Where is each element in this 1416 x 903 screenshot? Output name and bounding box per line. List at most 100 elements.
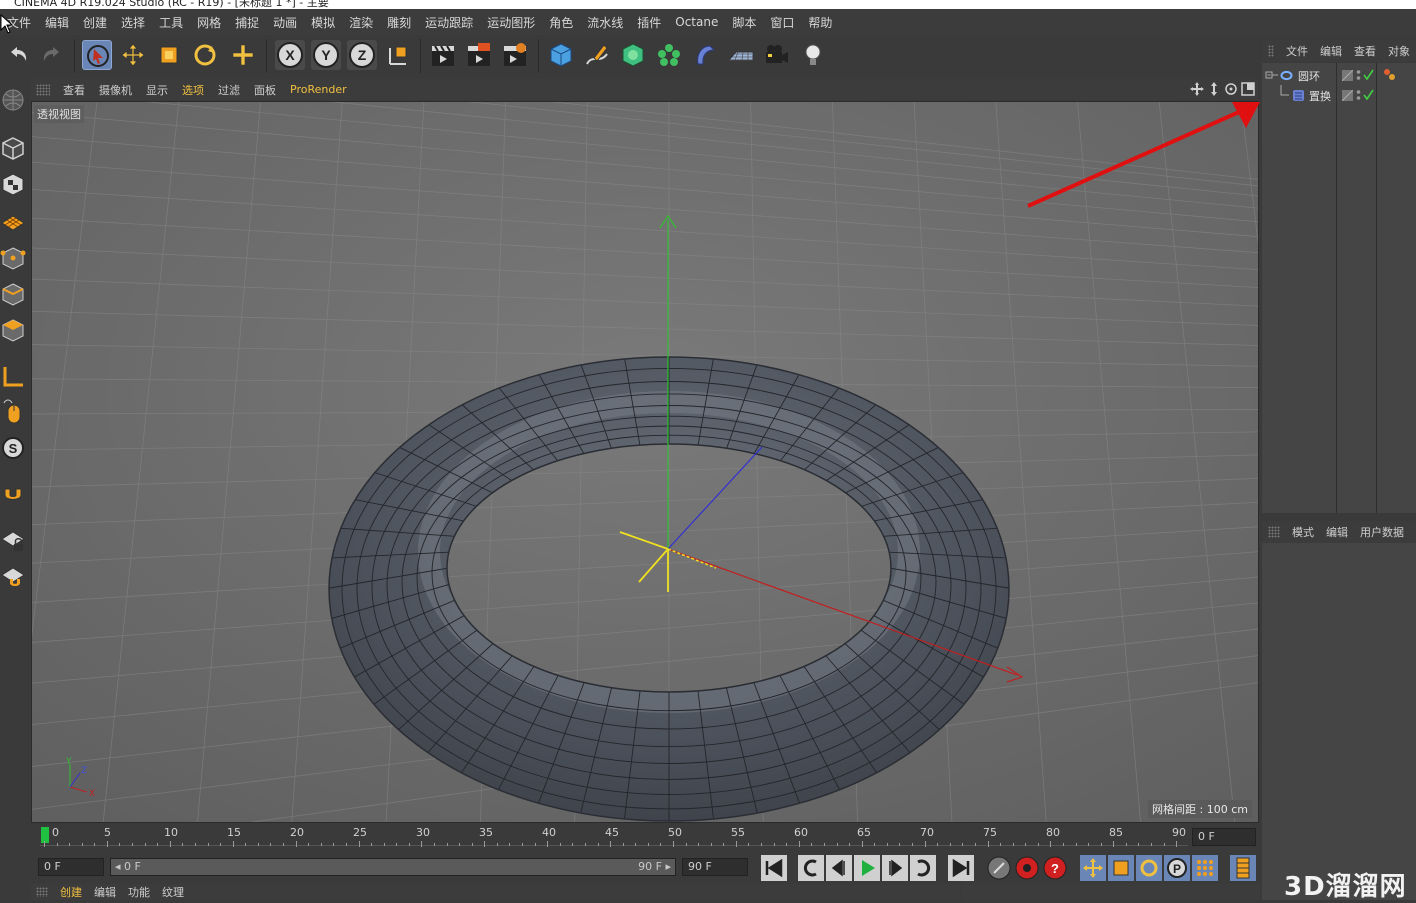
points-mode-button[interactable] — [0, 243, 26, 273]
menu-mograph[interactable]: 运动图形 — [480, 14, 542, 31]
grip-handle[interactable] — [36, 887, 48, 897]
x-axis-lock-button[interactable]: X — [275, 40, 305, 70]
menu-simulate[interactable]: 模拟 — [304, 14, 342, 31]
layer-icon[interactable] — [1342, 70, 1353, 81]
viewport-menu-prorender[interactable]: ProRender — [283, 83, 354, 96]
render-picture-viewer-button[interactable] — [464, 40, 494, 70]
light-button[interactable] — [798, 40, 828, 70]
viewport-menu-display[interactable]: 显示 — [139, 82, 175, 98]
coordinate-system-button[interactable] — [383, 40, 413, 70]
autokey-button[interactable] — [1014, 855, 1040, 881]
object-row-torus[interactable]: 圆环 — [1262, 65, 1416, 85]
lock-workplane-button[interactable] — [0, 525, 26, 555]
attribute-menu-edit[interactable]: 编辑 — [1320, 524, 1354, 540]
current-frame-field[interactable]: 0 F — [1192, 828, 1256, 846]
undo-button[interactable] — [3, 40, 33, 70]
edges-mode-button[interactable] — [0, 279, 26, 309]
menu-mesh[interactable]: 网格 — [190, 14, 228, 31]
viewport-menu-view[interactable]: 查看 — [56, 82, 92, 98]
menu-plugins[interactable]: 插件 — [630, 14, 668, 31]
timeline-ticks[interactable]: 0 5 10 15 20 25 30 35 40 45 50 55 60 65 … — [40, 823, 1190, 851]
end-frame-field[interactable]: 90 F — [682, 858, 748, 876]
menu-motion-tracking[interactable]: 运动跟踪 — [418, 14, 480, 31]
menu-window[interactable]: 窗口 — [763, 14, 801, 31]
floor-button[interactable] — [726, 40, 756, 70]
menu-create[interactable]: 创建 — [76, 14, 114, 31]
scale-tool-button[interactable] — [154, 40, 184, 70]
planar-workplane-button[interactable] — [0, 561, 26, 591]
layer-icon[interactable] — [1342, 90, 1353, 101]
attribute-menu-mode[interactable]: 模式 — [1286, 524, 1320, 540]
tree-expand-icon[interactable] — [1265, 68, 1279, 82]
start-frame-field[interactable]: 0 F — [38, 858, 104, 876]
cloner-button[interactable] — [654, 40, 684, 70]
snap-button[interactable] — [0, 479, 26, 509]
polygons-mode-button[interactable] — [0, 315, 26, 345]
timeline-window-button[interactable] — [1230, 855, 1256, 881]
subdivision-surface-button[interactable] — [618, 40, 648, 70]
menu-edit[interactable]: 编辑 — [38, 14, 76, 31]
pen-spline-button[interactable] — [582, 40, 612, 70]
menu-render[interactable]: 渲染 — [342, 14, 380, 31]
z-axis-lock-button[interactable]: Z — [347, 40, 377, 70]
tweak-mode-button[interactable] — [0, 397, 26, 427]
cube-object-button[interactable] — [546, 40, 576, 70]
move-tool-button[interactable] — [118, 40, 148, 70]
workplane-mode-button[interactable] — [0, 205, 26, 235]
redo-button[interactable] — [37, 40, 67, 70]
material-menu-edit[interactable]: 编辑 — [88, 884, 122, 900]
object-menu-objects[interactable]: 对象 — [1382, 43, 1416, 59]
previous-key-button[interactable] — [798, 855, 824, 881]
go-to-end-button[interactable] — [948, 855, 974, 881]
key-rotation-button[interactable] — [1136, 855, 1162, 881]
key-parameter-button[interactable]: P — [1164, 855, 1190, 881]
menu-snap[interactable]: 捕捉 — [228, 14, 266, 31]
object-menu-view[interactable]: 查看 — [1348, 43, 1382, 59]
axis-mode-button[interactable] — [0, 361, 26, 391]
attribute-menu-user-data[interactable]: 用户数据 — [1354, 524, 1410, 540]
key-position-button[interactable] — [1080, 855, 1106, 881]
deformer-button[interactable] — [690, 40, 720, 70]
timeline-ruler[interactable]: 0 5 10 15 20 25 30 35 40 45 50 55 60 65 … — [30, 823, 1260, 853]
range-slider[interactable]: ◂ 0 F 90 F ▸ — [110, 858, 676, 876]
go-to-start-button[interactable] — [761, 855, 787, 881]
material-menu-create[interactable]: 创建 — [54, 884, 88, 900]
menu-animate[interactable]: 动画 — [266, 14, 304, 31]
previous-frame-button[interactable] — [826, 855, 852, 881]
viewport-menu-panel[interactable]: 面板 — [247, 82, 283, 98]
menu-sculpt[interactable]: 雕刻 — [380, 14, 418, 31]
live-selection-button[interactable] — [82, 40, 112, 70]
menu-select[interactable]: 选择 — [114, 14, 152, 31]
menu-character[interactable]: 角色 — [542, 14, 580, 31]
texture-mode-button[interactable] — [0, 169, 26, 199]
y-axis-lock-button[interactable]: Y — [311, 40, 341, 70]
menu-octane[interactable]: Octane — [668, 15, 725, 29]
render-view-button[interactable] — [428, 40, 458, 70]
grip-handle[interactable] — [1268, 526, 1280, 538]
material-menu-texture[interactable]: 纹理 — [156, 884, 190, 900]
keyframe-selection-button[interactable]: ? — [1042, 855, 1068, 881]
grip-handle[interactable] — [36, 83, 50, 96]
next-key-button[interactable] — [910, 855, 936, 881]
record-keys-button[interactable] — [986, 855, 1012, 881]
key-pla-button[interactable] — [1192, 855, 1218, 881]
next-frame-button[interactable] — [882, 855, 908, 881]
tag-icon[interactable] — [1382, 68, 1398, 82]
viewport-menu-cameras[interactable]: 摄像机 — [92, 82, 139, 98]
menu-pipeline[interactable]: 流水线 — [580, 14, 630, 31]
object-row-displace[interactable]: 置换 — [1262, 85, 1416, 105]
viewport-menu-filter[interactable]: 过滤 — [211, 82, 247, 98]
rotate-tool-button[interactable] — [190, 40, 220, 70]
model-mode-button[interactable] — [0, 85, 26, 115]
viewport-camera-label[interactable]: 透视视图 — [34, 105, 84, 123]
grip-handle[interactable] — [1268, 45, 1274, 57]
object-menu-edit[interactable]: 编辑 — [1314, 43, 1348, 59]
material-menu-function[interactable]: 功能 — [122, 884, 156, 900]
menu-tools[interactable]: 工具 — [152, 14, 190, 31]
render-settings-button[interactable] — [500, 40, 530, 70]
viewport-menu-options[interactable]: 选项 — [175, 82, 211, 98]
object-name-displace[interactable]: 置换 — [1309, 88, 1331, 104]
object-mode-button[interactable] — [0, 133, 26, 163]
solo-mode-button[interactable]: S — [0, 433, 26, 463]
key-scale-button[interactable] — [1108, 855, 1134, 881]
